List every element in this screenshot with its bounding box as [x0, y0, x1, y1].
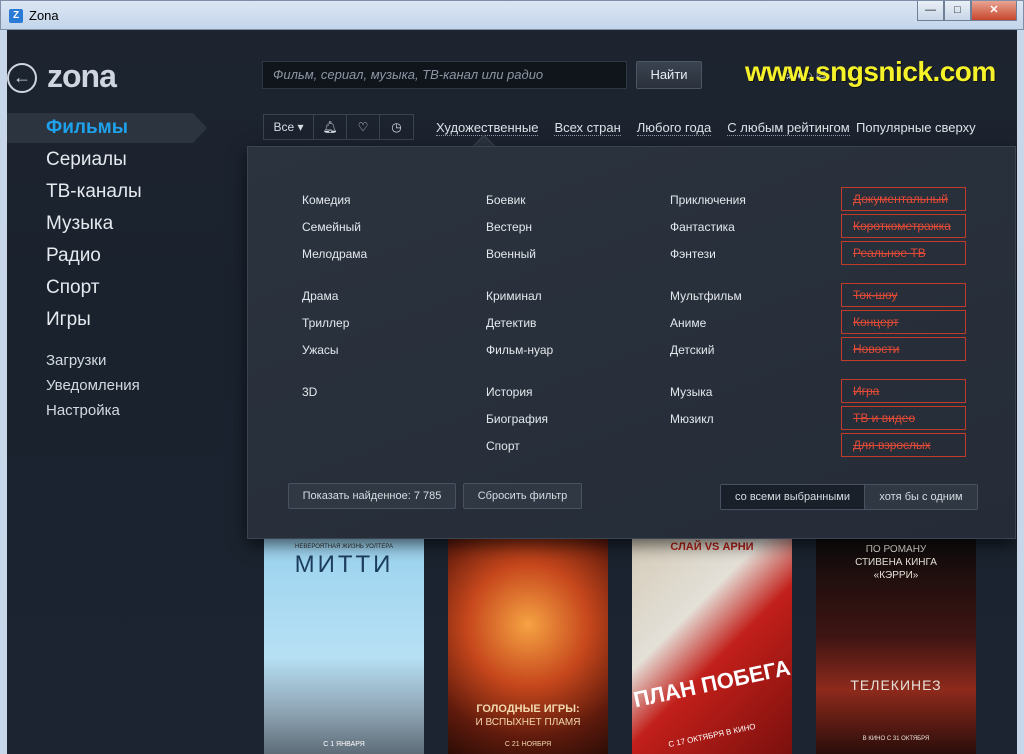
nav-item-tv-channels[interactable]: ТВ-каналы	[46, 178, 142, 210]
poster-date: С 21 НОЯБРЯ	[504, 741, 552, 748]
genre-item[interactable]: Детский	[670, 343, 714, 357]
sort-link[interactable]: Популярные сверху	[856, 120, 976, 135]
poster-subtitle: И ВСПЫХНЕТ ПЛАМЯ	[475, 717, 581, 728]
genre-item[interactable]: Фантастика	[670, 220, 735, 234]
show-found-button[interactable]: Показать найденное: 7 785	[288, 483, 456, 509]
nav-item-music[interactable]: Музыка	[46, 210, 142, 242]
movie-poster[interactable]: ПО РОМАНУ СТИВЕНА КИНГА «КЭРРИ» ТЕЛЕКИНЕ…	[816, 539, 976, 754]
reset-filter-button[interactable]: Сбросить фильтр	[463, 483, 582, 509]
nav-item-downloads[interactable]: Загрузки	[46, 350, 140, 375]
nav-item-games[interactable]: Игры	[46, 306, 142, 338]
bell-icon[interactable]: 🔔︎	[314, 115, 347, 139]
app-logo: zona	[47, 58, 117, 94]
genre-item[interactable]: Фэнтези	[670, 247, 716, 261]
genre-item[interactable]: Драма	[302, 289, 338, 303]
genre-item[interactable]: 3D	[302, 385, 317, 399]
maximize-button[interactable]: □	[944, 1, 971, 21]
movie-poster[interactable]: ГОЛОДНЫЕ ИГРЫ: И ВСПЫХНЕТ ПЛАМЯ С 21 НОЯ…	[448, 539, 608, 754]
main-nav: Фильмы Сериалы ТВ-каналы Музыка Радио Сп…	[46, 114, 142, 338]
nav-item-settings[interactable]: Настройка	[46, 400, 140, 425]
poster-tagline: ПО РОМАНУ СТИВЕНА КИНГА «КЭРРИ»	[855, 544, 937, 581]
filter-button-group: Все ▾ 🔔︎ ♡ ◷	[263, 114, 414, 140]
excluded-genre[interactable]: Документальный	[841, 187, 966, 211]
search-input[interactable]: Фильм, сериал, музыка, ТВ-канал или ради…	[262, 61, 627, 89]
watermark: www.sngsnick.com	[745, 56, 996, 87]
poster-date: С 17 ОКТЯБРЯ В КИНО	[667, 721, 757, 750]
search-button[interactable]: Найти	[636, 61, 702, 89]
poster-tagline: НЕВЕРОЯТНАЯ ЖИЗНЬ УОЛТЕРА	[295, 544, 393, 550]
genre-item[interactable]: Триллер	[302, 316, 349, 330]
poster-title: ТЕЛЕКИНЕЗ	[850, 677, 942, 693]
poster-date: В КИНО С 31 ОКТЯБРЯ	[862, 736, 930, 742]
nav-item-sport[interactable]: Спорт	[46, 274, 142, 306]
close-button[interactable]: ✕	[971, 1, 1017, 21]
poster-date: С 1 ЯНВАРЯ	[323, 741, 365, 748]
filter-rating-link[interactable]: С любым рейтингом	[727, 120, 850, 136]
poster-title: МИТТИ	[294, 551, 394, 578]
app-icon: Z	[9, 9, 23, 23]
match-all-option[interactable]: со всеми выбранными	[721, 485, 865, 509]
excluded-genre[interactable]: Концерт	[841, 310, 966, 334]
movie-poster[interactable]: СЛАЙ VS АРНИ ПЛАН ПОБЕГА С 17 ОКТЯБРЯ В …	[632, 539, 792, 754]
genre-item[interactable]: Мелодрама	[302, 247, 367, 261]
filter-year-link[interactable]: Любого года	[636, 120, 712, 136]
filter-country-link[interactable]: Всех стран	[554, 120, 621, 136]
genre-item[interactable]: Боевик	[486, 193, 526, 207]
excluded-genre[interactable]: Для взрослых	[841, 433, 966, 457]
genre-item[interactable]: История	[486, 385, 533, 399]
filter-genre-link[interactable]: Художественные	[436, 120, 539, 136]
genre-item[interactable]: Мюзикл	[670, 412, 714, 426]
filter-all-dropdown[interactable]: Все ▾	[264, 115, 314, 139]
genre-item[interactable]: Вестерн	[486, 220, 532, 234]
minimize-button[interactable]: —	[917, 1, 944, 21]
genre-item[interactable]: Музыка	[670, 385, 712, 399]
heart-icon[interactable]: ♡	[347, 115, 380, 139]
poster-title: ГОЛОДНЫЕ ИГРЫ:	[476, 703, 580, 715]
poster-title: ПЛАН ПОБЕГА	[632, 654, 792, 713]
nav-item-series[interactable]: Сериалы	[46, 146, 142, 178]
excluded-genre[interactable]: Новости	[841, 337, 966, 361]
match-any-option[interactable]: хотя бы с одним	[865, 485, 977, 509]
genre-item[interactable]: Военный	[486, 247, 536, 261]
clock-icon[interactable]: ◷	[380, 115, 413, 139]
genre-item[interactable]: Детектив	[486, 316, 536, 330]
genre-item[interactable]: Криминал	[486, 289, 542, 303]
genre-filter-panel: Комедия Семейный Мелодрама Драма Триллер…	[247, 146, 1016, 539]
match-mode-toggle: со всеми выбранными хотя бы с одним	[720, 484, 978, 510]
excluded-genre[interactable]: Реальное ТВ	[841, 241, 966, 265]
nav-item-notifications[interactable]: Уведомления	[46, 375, 140, 400]
poster-top: СЛАЙ VS АРНИ	[670, 541, 754, 553]
genre-item[interactable]: Приключения	[670, 193, 746, 207]
secondary-nav: Загрузки Уведомления Настройка	[46, 350, 140, 425]
excluded-genre[interactable]: Короткометражка	[841, 214, 966, 238]
window-title: Zona	[29, 8, 59, 23]
genre-item[interactable]: Мультфильм	[670, 289, 742, 303]
genre-item[interactable]: Семейный	[302, 220, 361, 234]
genre-item[interactable]: Фильм-нуар	[486, 343, 553, 357]
genre-item[interactable]: Ужасы	[302, 343, 339, 357]
genre-item[interactable]: Биография	[486, 412, 548, 426]
back-arrow-icon[interactable]: ←	[7, 63, 37, 93]
genre-item[interactable]: Спорт	[486, 439, 520, 453]
filter-links: Художественные Всех стран Любого года С …	[436, 120, 866, 136]
window-titlebar: Z Zona — □ ✕	[0, 0, 1024, 30]
excluded-genre[interactable]: Игра	[841, 379, 966, 403]
app-client: ← zona Фильмы Сериалы ТВ-каналы Музыка Р…	[7, 30, 1017, 754]
nav-item-films[interactable]: Фильмы	[46, 114, 142, 146]
nav-item-radio[interactable]: Радио	[46, 242, 142, 274]
excluded-genre[interactable]: Ток-шоу	[841, 283, 966, 307]
movie-poster[interactable]: НЕВЕРОЯТНАЯ ЖИЗНЬ УОЛТЕРА МИТТИ С 1 ЯНВА…	[264, 539, 424, 754]
genre-item[interactable]: Аниме	[670, 316, 706, 330]
excluded-genre[interactable]: ТВ и видео	[841, 406, 966, 430]
genre-item[interactable]: Комедия	[302, 193, 351, 207]
